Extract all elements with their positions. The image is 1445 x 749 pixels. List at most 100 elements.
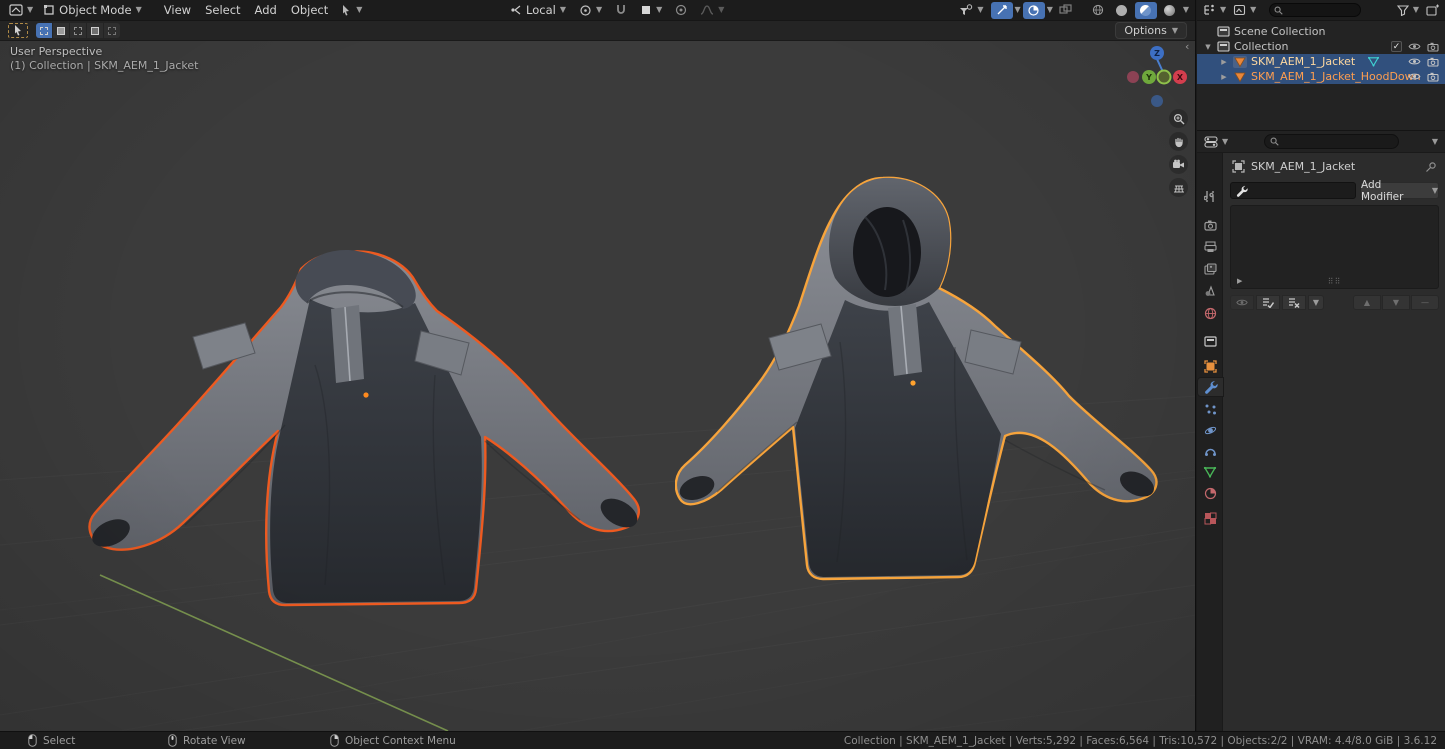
outliner-display-mode-button[interactable]: ▼ xyxy=(1231,3,1258,17)
gizmo-neg-y-axis[interactable] xyxy=(1158,71,1171,84)
mode-dropdown[interactable]: Object Mode ▼ xyxy=(38,1,147,19)
jacket-active-object[interactable] xyxy=(675,172,1175,592)
pivot-point-dropdown[interactable]: ▼ xyxy=(574,2,607,19)
jacket-hooddown-object[interactable] xyxy=(85,245,640,615)
disclosure-triangle[interactable]: ▶ xyxy=(1219,73,1229,81)
shading-material-preview[interactable] xyxy=(1135,2,1157,19)
falloff-dropdown[interactable]: ▼ xyxy=(695,2,729,18)
tool-fallback-dropdown[interactable]: ▼ xyxy=(335,2,367,18)
tab-object-properties[interactable] xyxy=(1197,356,1223,376)
tab-collection-properties[interactable] xyxy=(1197,331,1223,351)
navigation-gizmo[interactable]: Z Y X xyxy=(1120,42,1194,112)
properties-editor-type-button[interactable]: ▼ xyxy=(1202,135,1230,149)
tab-texture[interactable] xyxy=(1197,508,1223,528)
active-tool-tweak[interactable] xyxy=(8,23,28,38)
tab-tool[interactable] xyxy=(1197,186,1223,206)
zoom-button[interactable] xyxy=(1169,109,1188,128)
disable-render-camera-icon[interactable] xyxy=(1427,42,1439,52)
select-mode-invert[interactable] xyxy=(87,23,103,38)
visibility-dropdown[interactable]: ▼ xyxy=(954,2,988,18)
remove-button[interactable]: — xyxy=(1411,295,1439,310)
outliner-row-jacket-active[interactable]: ▶ SKM_AEM_1_Jacket xyxy=(1197,54,1445,69)
shading-solid[interactable] xyxy=(1111,2,1133,19)
select-mode-intersect[interactable] xyxy=(104,23,120,38)
3d-viewport[interactable]: ▼ Object Mode ▼ View Select Add Object ▼ xyxy=(0,0,1196,731)
outliner-search-box[interactable] xyxy=(1269,3,1361,17)
move-down-button[interactable]: ▼ xyxy=(1382,295,1410,310)
toolbar-dropdown[interactable]: ▼ xyxy=(1308,295,1324,310)
disclosure-triangle[interactable]: ▶ xyxy=(1219,58,1229,66)
xray-toggle[interactable] xyxy=(1055,2,1077,19)
tab-modifier-properties[interactable] xyxy=(1197,377,1224,397)
move-up-button[interactable]: ▲ xyxy=(1353,295,1381,310)
camera-view-button[interactable] xyxy=(1169,155,1188,174)
select-mode-set[interactable] xyxy=(36,23,52,38)
pin-icon[interactable] xyxy=(1425,161,1437,173)
gizmo-neg-z-axis[interactable] xyxy=(1151,95,1163,107)
show-overlays-toggle[interactable] xyxy=(1023,2,1045,19)
outliner-search-input[interactable] xyxy=(1286,5,1356,16)
hide-eye-icon[interactable] xyxy=(1408,42,1421,51)
tab-object-data[interactable] xyxy=(1197,462,1223,482)
options-label: Options xyxy=(1124,24,1166,37)
tab-world[interactable] xyxy=(1197,303,1223,323)
editor-type-button[interactable]: ▼ xyxy=(4,1,38,19)
pan-button[interactable] xyxy=(1169,132,1188,151)
modifier-stack-area[interactable]: ▶ ⠿⠿ xyxy=(1230,205,1439,289)
orientation-dropdown[interactable]: Local ▼ xyxy=(505,1,571,19)
select-mode-subtract[interactable] xyxy=(70,23,86,38)
gizmo-neg-x-axis[interactable] xyxy=(1127,71,1139,83)
hide-eye-icon[interactable] xyxy=(1408,72,1421,81)
zoom-icon xyxy=(1173,113,1185,125)
outliner-row-collection[interactable]: ▼ Collection ✓ xyxy=(1197,39,1445,54)
ortho-perspective-toggle[interactable] xyxy=(1169,178,1188,197)
gizmo-y-label: Y xyxy=(1145,73,1152,82)
modifier-search-field[interactable] xyxy=(1230,182,1356,199)
origin-point-left xyxy=(363,392,368,397)
options-button[interactable]: Options ▼ xyxy=(1115,22,1187,39)
shading-wireframe[interactable] xyxy=(1087,2,1109,19)
properties-search-box[interactable] xyxy=(1264,134,1399,149)
outliner-row-scene-collection[interactable]: Scene Collection xyxy=(1197,24,1445,39)
tab-output[interactable] xyxy=(1197,237,1223,257)
show-gizmo-toggle[interactable] xyxy=(991,2,1013,19)
properties-editor[interactable]: ▼ ▼ xyxy=(1197,130,1445,731)
menu-add[interactable]: Add xyxy=(248,1,284,19)
outliner-editor-type-button[interactable]: ▼ xyxy=(1201,3,1228,17)
object-mode-icon xyxy=(43,4,55,16)
add-modifier-button[interactable]: Add Modifier ▼ xyxy=(1360,182,1439,199)
shading-rendered[interactable] xyxy=(1159,2,1181,19)
outliner-editor[interactable]: ▼ ▼ ▼ xyxy=(1197,0,1445,130)
snap-target-dropdown[interactable]: ▼ xyxy=(635,2,667,18)
tab-scene[interactable] xyxy=(1197,281,1223,301)
disable-render-camera-icon[interactable] xyxy=(1427,57,1439,67)
panel-expand-arrow[interactable]: ▶ xyxy=(1237,277,1242,285)
enable-all-button[interactable] xyxy=(1256,295,1280,310)
properties-header-menu[interactable]: ▼ xyxy=(1432,138,1438,146)
collection-checkbox[interactable]: ✓ xyxy=(1391,41,1402,52)
tab-render[interactable] xyxy=(1197,215,1223,235)
menu-view[interactable]: View xyxy=(157,1,198,19)
outliner-editor-icon xyxy=(1203,4,1216,16)
select-mode-extend[interactable] xyxy=(53,23,69,38)
tab-material[interactable] xyxy=(1197,483,1223,503)
disclosure-triangle[interactable]: ▼ xyxy=(1203,43,1213,51)
toggle-visibility-button[interactable] xyxy=(1230,295,1254,310)
tab-object-constraints[interactable] xyxy=(1197,441,1223,461)
tab-view-layer[interactable] xyxy=(1197,259,1223,279)
menu-select[interactable]: Select xyxy=(198,1,247,19)
proportional-editing-toggle[interactable] xyxy=(670,2,692,19)
panel-drag-grip[interactable]: ⠿⠿ xyxy=(1328,277,1342,286)
disable-render-camera-icon[interactable] xyxy=(1427,72,1439,82)
outliner-row-jacket-hooddown[interactable]: ▶ SKM_AEM_1_Jacket_HoodDown xyxy=(1197,69,1445,84)
outliner-filter-button[interactable]: ▼ xyxy=(1395,4,1421,17)
disable-all-button[interactable] xyxy=(1282,295,1306,310)
snap-toggle[interactable] xyxy=(610,2,632,19)
new-collection-button[interactable] xyxy=(1424,3,1441,17)
sidebar-collapse-arrow[interactable]: ‹ xyxy=(1185,40,1189,53)
tab-particles[interactable] xyxy=(1197,399,1223,419)
hide-eye-icon[interactable] xyxy=(1408,57,1421,66)
tab-physics[interactable] xyxy=(1197,420,1223,440)
menu-object[interactable]: Object xyxy=(284,1,335,19)
properties-search-input[interactable] xyxy=(1283,136,1388,147)
